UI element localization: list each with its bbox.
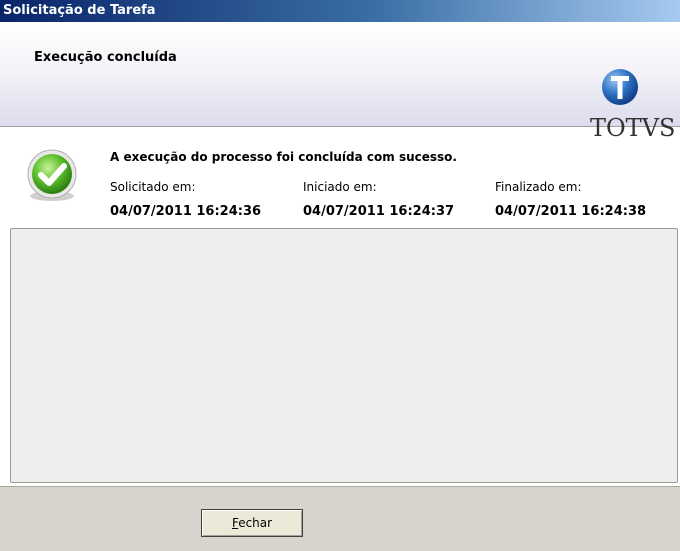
window-title-bar[interactable]: Solicitação de Tarefa [0,0,680,22]
header-banner: Execução concluída TOTVS [0,22,680,142]
started-value: 04/07/2011 16:24:37 [303,204,455,219]
finished-label: Finalizado em: [495,180,582,194]
close-button-label: echar [238,516,273,530]
window-title: Solicitação de Tarefa [3,3,156,18]
status-message: A execução do processo foi concluída com… [110,150,457,164]
totvs-logo-text: TOTVS [590,114,676,142]
footer-bar [0,486,680,551]
started-label: Iniciado em: [303,180,377,194]
requested-value: 04/07/2011 16:24:36 [110,204,262,219]
finished-value: 04/07/2011 16:24:38 [495,204,647,219]
requested-label: Solicitado em: [110,180,196,194]
close-button[interactable]: Fechar [201,509,303,537]
log-text-area[interactable] [10,228,678,483]
totvs-globe-icon [602,69,638,105]
check-circle-icon [27,149,77,201]
header-title: Execução concluída [34,50,177,65]
